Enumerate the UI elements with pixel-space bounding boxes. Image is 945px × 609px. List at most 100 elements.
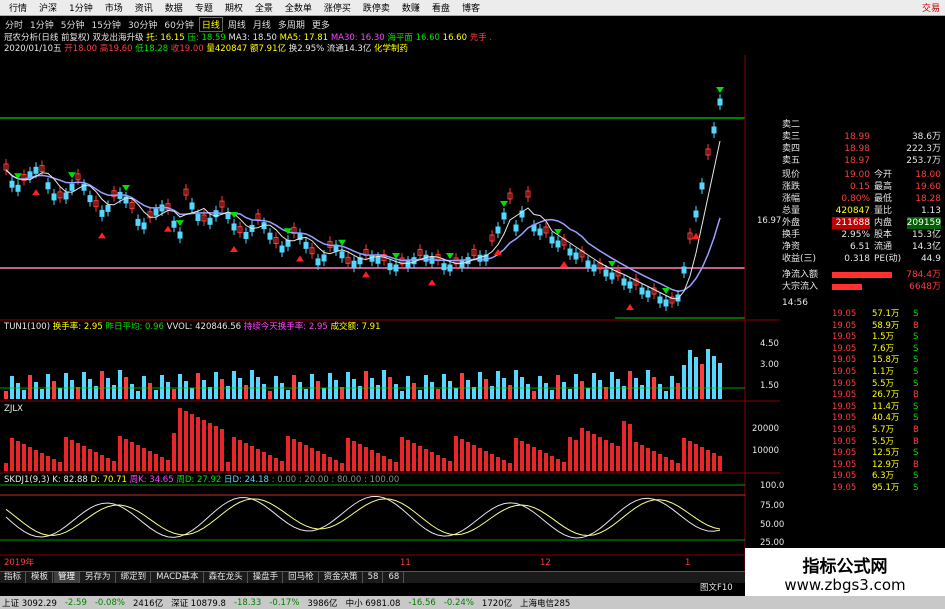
period-tab[interactable]: 更多 bbox=[310, 18, 332, 31]
menu-item[interactable]: 沪深 bbox=[34, 1, 62, 14]
menu-trade[interactable]: 交易 bbox=[917, 1, 945, 14]
menu-item[interactable]: 博客 bbox=[457, 1, 485, 14]
period-tab[interactable]: 周线 bbox=[226, 18, 248, 31]
turnover-bar bbox=[400, 391, 404, 399]
candle-body bbox=[549, 236, 555, 244]
tick-price: 19.05 bbox=[832, 413, 857, 424]
candle-body bbox=[513, 224, 519, 232]
indicator-name[interactable]: 双龙出海升级 bbox=[93, 33, 144, 43]
tick-price: 19.05 bbox=[832, 401, 857, 412]
tick-volume: 1.1万 bbox=[872, 367, 895, 377]
turnover-bar bbox=[190, 388, 194, 399]
func-button[interactable]: 58 bbox=[364, 572, 384, 583]
fundflow-bar bbox=[466, 442, 470, 471]
func-button[interactable]: 回马枪 bbox=[284, 572, 319, 583]
turnover-bar bbox=[424, 375, 428, 399]
menu-item[interactable]: 资讯 bbox=[130, 1, 158, 14]
func-button[interactable]: 指标 bbox=[0, 572, 27, 583]
stat-value: 0.15 bbox=[849, 182, 870, 192]
stat-value2: 1.13 bbox=[920, 206, 941, 216]
turnover-bar bbox=[4, 391, 8, 399]
tick-side: S bbox=[913, 378, 919, 389]
candle-body bbox=[63, 192, 69, 200]
stat-value: 420847 bbox=[835, 206, 870, 216]
turnover-bar bbox=[346, 372, 350, 399]
candle-body bbox=[207, 217, 213, 225]
menu-item[interactable]: 数赚 bbox=[397, 1, 425, 14]
func-button[interactable]: 绑定到 bbox=[117, 572, 152, 583]
menu-item[interactable]: 全景 bbox=[250, 1, 278, 14]
fundflow-bar bbox=[640, 445, 644, 471]
period-tab[interactable]: 多周期 bbox=[276, 18, 307, 31]
sh-index[interactable]: 上证 3092.29 bbox=[2, 597, 57, 609]
zx-index[interactable]: 中小 6981.08 bbox=[346, 597, 401, 609]
period-tab[interactable]: 15分钟 bbox=[89, 18, 122, 31]
candle-body bbox=[315, 258, 321, 266]
flow-value: 6648万 bbox=[909, 282, 941, 292]
func-button[interactable]: 资金决策 bbox=[320, 572, 363, 583]
fundflow-bar bbox=[130, 442, 134, 471]
period-tab[interactable]: 分时 bbox=[3, 18, 25, 31]
func-button[interactable]: 模板 bbox=[27, 572, 54, 583]
fundflow-bar bbox=[238, 440, 242, 471]
menu-item[interactable]: 跌停卖 bbox=[358, 1, 395, 14]
stat-row: 换手 2.95% 股本 15.3亿 bbox=[780, 229, 943, 241]
func-button[interactable]: MACD基本 bbox=[152, 572, 204, 583]
fundflow-bar bbox=[340, 463, 344, 471]
stat-label: 换手 bbox=[782, 230, 801, 240]
func-button[interactable]: 另存为 bbox=[81, 572, 116, 583]
menu-item[interactable]: 市场 bbox=[100, 1, 128, 14]
stat-label2: 最低 bbox=[874, 194, 893, 204]
turnover-bar bbox=[454, 388, 458, 399]
fundflow-bar bbox=[436, 455, 440, 471]
period-tab[interactable]: 60分钟 bbox=[162, 18, 195, 31]
turnover-bar bbox=[502, 378, 506, 399]
turnover-bar bbox=[676, 383, 680, 399]
fundflow-bar bbox=[262, 452, 266, 471]
stat-value2: 44.9 bbox=[920, 254, 941, 264]
candle-body bbox=[321, 254, 327, 262]
f10-tab[interactable]: 图文F10 bbox=[700, 583, 733, 593]
func-button[interactable]: 森在龙头 bbox=[205, 572, 248, 583]
menu-item[interactable]: 专题 bbox=[190, 1, 218, 14]
candle-body bbox=[33, 166, 39, 174]
stat-label2: PE(动) bbox=[874, 254, 902, 264]
candle-body bbox=[351, 260, 357, 268]
sz-amount: 3986亿 bbox=[307, 598, 338, 609]
func-button[interactable]: 68 bbox=[384, 572, 405, 583]
ma30-value: MA30: 16.30 bbox=[330, 33, 385, 43]
sub1-e: 成交额: 7.91 bbox=[330, 322, 381, 332]
turnover-bar bbox=[142, 376, 146, 399]
period-tab[interactable]: 1分钟 bbox=[28, 18, 56, 31]
period-tab[interactable]: 30分钟 bbox=[126, 18, 159, 31]
turnover-bar bbox=[304, 389, 308, 399]
period-tab[interactable]: 月线 bbox=[251, 18, 273, 31]
turnover-bar bbox=[70, 380, 74, 399]
func-button[interactable]: 操盘手 bbox=[249, 572, 284, 583]
tick-side: B bbox=[913, 459, 919, 470]
menu-item[interactable]: 看盘 bbox=[427, 1, 455, 14]
kline-chart[interactable] bbox=[0, 55, 780, 571]
ma3-value: MA3: 18.50 bbox=[228, 33, 277, 43]
menu-item[interactable]: 期权 bbox=[220, 1, 248, 14]
sz-index[interactable]: 深证 10879.8 bbox=[171, 597, 226, 609]
period-bar: 分时 1分钟 5分钟 15分钟 30分钟 60分钟 日线 周线 月线 多周期 更多 bbox=[0, 16, 330, 32]
candle-body bbox=[243, 231, 249, 239]
period-tab[interactable]: 日线 bbox=[198, 16, 223, 32]
candle-body bbox=[501, 212, 507, 220]
menu-item[interactable]: 行情 bbox=[4, 1, 32, 14]
menu-item[interactable]: 数据 bbox=[160, 1, 188, 14]
menu-item[interactable]: 1分钟 bbox=[64, 1, 98, 14]
menu-item[interactable]: 涨停买 bbox=[319, 1, 356, 14]
tick-price: 19.05 bbox=[832, 367, 857, 377]
func-button[interactable]: 管理 bbox=[54, 572, 81, 583]
period-tab[interactable]: 5分钟 bbox=[59, 18, 87, 31]
fundflow-bar bbox=[484, 451, 488, 471]
fundflow-bar bbox=[280, 461, 284, 471]
server-label[interactable]: 上海电信285 bbox=[520, 597, 570, 609]
fundflow-bar bbox=[46, 456, 50, 471]
fundflow-bar bbox=[574, 440, 578, 471]
menu-item[interactable]: 全数单 bbox=[280, 1, 317, 14]
turnover-bar bbox=[52, 381, 56, 399]
turnover-bar bbox=[442, 374, 446, 399]
